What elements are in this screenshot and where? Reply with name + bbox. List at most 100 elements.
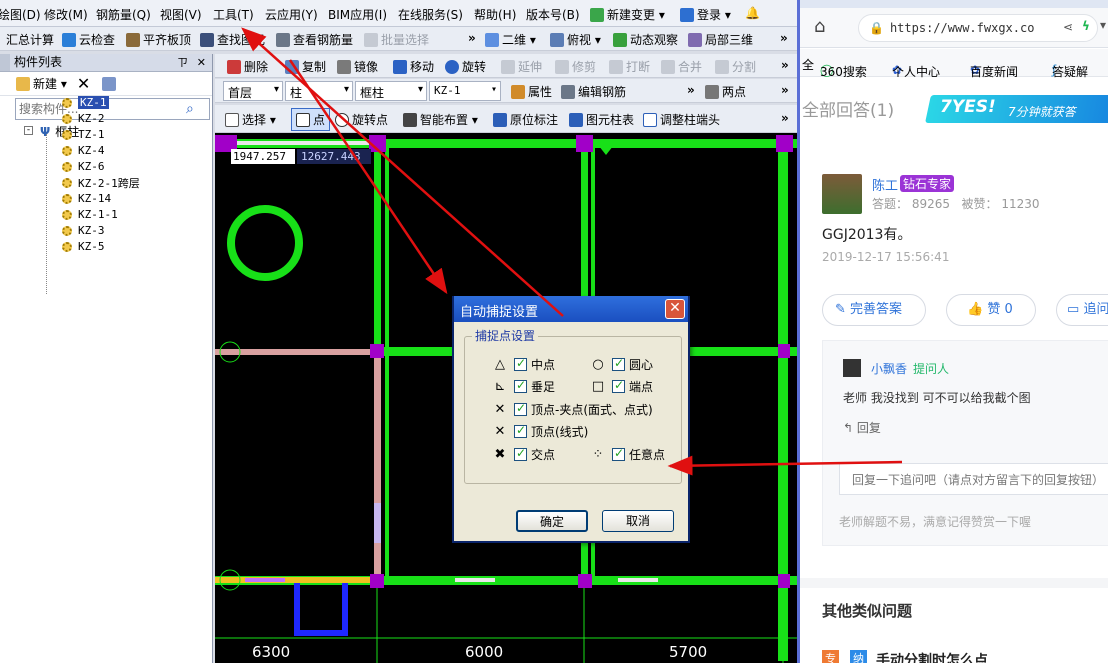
- follower-avatar[interactable]: [843, 359, 861, 377]
- tree-item[interactable]: KZ-2-1跨层: [62, 175, 140, 190]
- coord-y-input[interactable]: 12627.443: [297, 149, 371, 164]
- coord-x-input[interactable]: 1947.257: [231, 149, 295, 164]
- reply-input[interactable]: 回复一下追问吧（请点对方留言下的回复按钮）: [839, 463, 1108, 495]
- dialog-close-button[interactable]: ✕: [665, 299, 685, 319]
- login-button[interactable]: 登录 ▾: [680, 6, 731, 23]
- properties-button[interactable]: 属性: [511, 83, 552, 100]
- rotate-button[interactable]: 旋转: [445, 58, 486, 75]
- mirror-button[interactable]: 镜像: [337, 58, 378, 75]
- lightning-icon[interactable]: ϟ: [1082, 19, 1090, 33]
- snap-checkbox[interactable]: [612, 356, 625, 371]
- menu-view[interactable]: 视图(V): [160, 6, 202, 23]
- bookmark-item[interactable]: 全: [802, 56, 814, 73]
- tree-item[interactable]: TZ-1: [62, 127, 105, 142]
- dynamic-view-button[interactable]: 动态观察: [613, 31, 678, 48]
- overflow-chevron-icon[interactable]: »: [781, 111, 789, 125]
- break-button[interactable]: 打断: [609, 58, 650, 75]
- follower-name[interactable]: 小飘香: [871, 360, 907, 377]
- menu-draw[interactable]: 绘图(D): [0, 6, 41, 23]
- similar-question-link[interactable]: 手动分割时怎么点: [876, 650, 988, 663]
- menu-version[interactable]: 版本号(B): [526, 6, 580, 23]
- adjust-column-end-tool[interactable]: 调整柱端头: [643, 111, 720, 128]
- type-select[interactable]: 框柱: [355, 81, 427, 101]
- overflow-chevron-icon[interactable]: »: [468, 31, 476, 45]
- column-table-tool[interactable]: 图元柱表: [569, 111, 634, 128]
- edit-rebar-button[interactable]: 编辑钢筋: [561, 83, 626, 100]
- floor-select[interactable]: 首层: [223, 81, 283, 101]
- improve-answer-button[interactable]: ✎ 完善答案: [822, 294, 926, 326]
- tree-item[interactable]: KZ-2: [62, 111, 105, 126]
- menu-help[interactable]: 帮助(H): [474, 6, 516, 23]
- tree-item[interactable]: KZ-1-1: [62, 207, 118, 222]
- snap-checkbox[interactable]: [612, 378, 625, 393]
- point-tool[interactable]: 点: [291, 108, 331, 131]
- snap-checkbox[interactable]: [514, 401, 527, 416]
- url-field[interactable]: 🔒 https://www.fwxgx.co: [858, 14, 1098, 42]
- pin-icon[interactable]: ㄗ: [177, 54, 188, 71]
- menu-modify[interactable]: 修改(M): [44, 6, 88, 23]
- reply-link[interactable]: ↰ 回复: [843, 419, 881, 436]
- avatar[interactable]: [822, 174, 862, 214]
- new-change-button[interactable]: 新建变更 ▾: [590, 6, 665, 23]
- bell-icon[interactable]: 🔔: [745, 6, 760, 20]
- select-tool[interactable]: 选择 ▾: [225, 111, 276, 128]
- share-icon[interactable]: ⋖: [1063, 20, 1073, 34]
- component-select[interactable]: KZ-1: [429, 81, 501, 101]
- menu-online[interactable]: 在线服务(S): [398, 6, 463, 23]
- overflow-chevron-icon[interactable]: »: [687, 83, 695, 97]
- split-button[interactable]: 分割: [715, 58, 756, 75]
- local-3d-button[interactable]: 局部三维: [688, 31, 753, 48]
- new-button[interactable]: 新建 ▾: [16, 75, 67, 92]
- extend-button[interactable]: 延伸: [501, 58, 542, 75]
- follow-up-button[interactable]: ▭ 追问: [1056, 294, 1108, 326]
- category-select[interactable]: 柱: [285, 81, 353, 101]
- collapse-toggle[interactable]: -: [24, 126, 33, 135]
- like-button[interactable]: 👍 赞 0: [946, 294, 1036, 326]
- menu-rebar[interactable]: 钢筋量(Q): [96, 6, 151, 23]
- search-icon[interactable]: ⌕: [186, 101, 194, 117]
- menu-cloud[interactable]: 云应用(Y): [265, 6, 318, 23]
- find-element-button[interactable]: 查找图元: [200, 31, 265, 48]
- snap-checkbox[interactable]: [514, 356, 527, 371]
- move-button[interactable]: 移动: [393, 58, 434, 75]
- menu-chevron-icon[interactable]: ▾: [1100, 18, 1106, 32]
- overflow-chevron-icon[interactable]: »: [781, 83, 789, 97]
- overflow-chevron-icon[interactable]: »: [780, 31, 788, 45]
- snap-checkbox[interactable]: [514, 446, 527, 461]
- tree-item[interactable]: KZ-5: [62, 239, 105, 254]
- close-icon[interactable]: ✕: [197, 54, 206, 71]
- ok-button[interactable]: 确定: [516, 510, 588, 532]
- cloud-check-button[interactable]: 云检查: [62, 31, 115, 48]
- tree-item[interactable]: KZ-4: [62, 143, 105, 158]
- column: [778, 344, 790, 358]
- home-icon[interactable]: ⌂: [814, 16, 825, 37]
- two-points-button[interactable]: 两点: [705, 83, 746, 100]
- view-rebar-button[interactable]: 查看钢筋量: [276, 31, 353, 48]
- trim-button[interactable]: 修剪: [555, 58, 596, 75]
- merge-button[interactable]: 合并: [661, 58, 702, 75]
- overflow-chevron-icon[interactable]: »: [781, 58, 789, 72]
- menu-bim[interactable]: BIM应用(I): [328, 6, 387, 23]
- copy-icon[interactable]: [102, 76, 117, 91]
- delete-icon[interactable]: ✕: [77, 74, 90, 93]
- tree-item[interactable]: KZ-6: [62, 159, 105, 174]
- snap-checkbox[interactable]: [612, 446, 625, 461]
- snap-checkbox[interactable]: [514, 423, 527, 438]
- tree-item[interactable]: KZ-14: [62, 191, 111, 206]
- inplace-annotation-tool[interactable]: 原位标注: [493, 111, 558, 128]
- snap-checkbox[interactable]: [514, 378, 527, 393]
- summary-calc-button[interactable]: 汇总计算: [6, 31, 54, 48]
- menu-tools[interactable]: 工具(T): [213, 6, 254, 23]
- tree-item[interactable]: KZ-1: [62, 95, 109, 110]
- copy-button[interactable]: 复制: [285, 58, 326, 75]
- cancel-button[interactable]: 取消: [602, 510, 674, 532]
- rotate-point-tool[interactable]: 旋转点: [335, 111, 388, 128]
- batch-select-button[interactable]: 批量选择: [364, 31, 429, 48]
- view-angle-select[interactable]: 俯视 ▾: [550, 31, 601, 48]
- tree-item[interactable]: KZ-3: [62, 223, 105, 238]
- view-mode-select[interactable]: 二维 ▾: [485, 31, 536, 48]
- answer-author[interactable]: 陈工: [872, 175, 898, 194]
- delete-button[interactable]: 删除: [227, 58, 268, 75]
- align-slab-top-button[interactable]: 平齐板顶: [126, 31, 191, 48]
- smart-layout-tool[interactable]: 智能布置 ▾: [403, 111, 478, 128]
